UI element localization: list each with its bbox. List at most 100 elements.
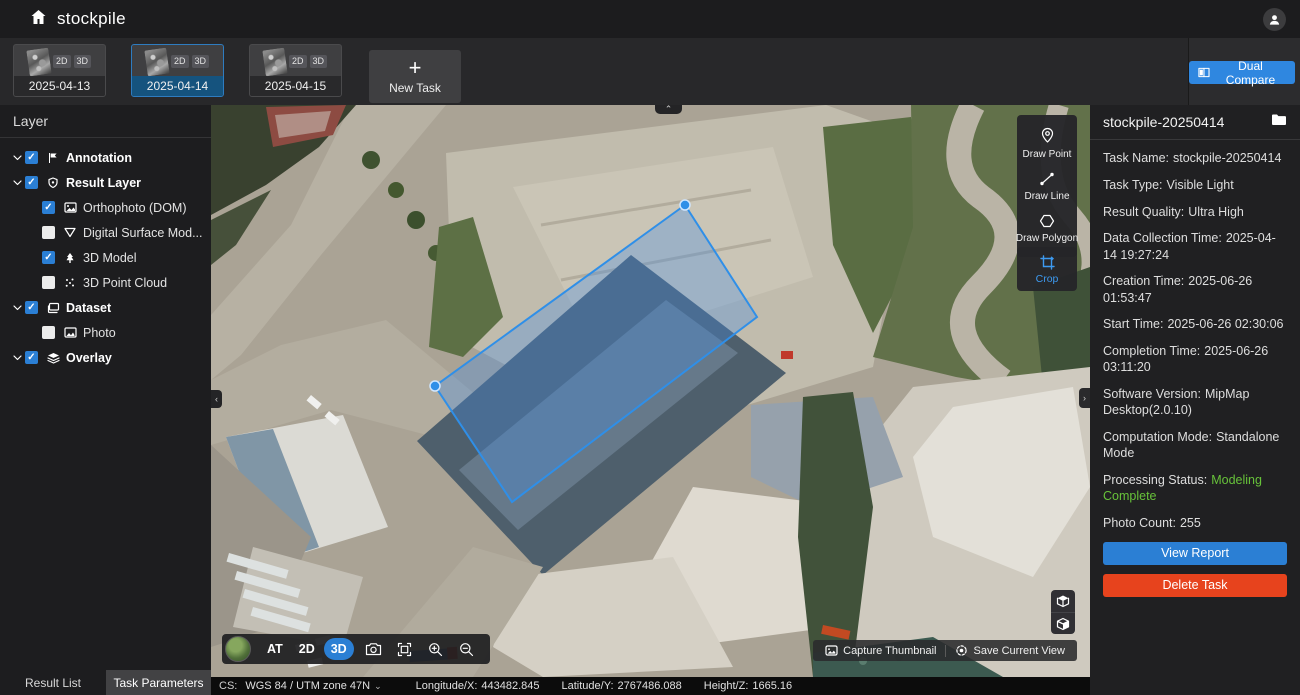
- 2d-view-button[interactable]: 2D: [292, 638, 322, 660]
- badge-3d[interactable]: 3D: [192, 55, 210, 68]
- task-card-2025-04-15[interactable]: 2D 3D 2025-04-15: [249, 44, 342, 97]
- badge-3d[interactable]: 3D: [310, 55, 328, 68]
- layer-row-dataset[interactable]: ✓ Dataset: [0, 295, 211, 320]
- task-strip: 2D 3D 2025-04-13 2D 3D 2025-04-14 2D 3D: [0, 38, 1300, 105]
- layer-row-orthophoto[interactable]: ✓ Orthophoto (DOM): [0, 195, 211, 220]
- badge-3d[interactable]: 3D: [74, 55, 92, 68]
- layer-row-overlay[interactable]: ✓ Overlay: [0, 345, 211, 370]
- checkbox[interactable]: ✓: [42, 201, 55, 214]
- chevron-down-icon[interactable]: [13, 155, 25, 161]
- checkbox[interactable]: ✓: [25, 176, 38, 189]
- chevron-up-icon: ⌃: [665, 105, 673, 114]
- tab-task-parameters[interactable]: Task Parameters: [106, 670, 211, 695]
- save-current-view-label: Save Current View: [973, 645, 1065, 657]
- cube-top-view-button[interactable]: [1051, 590, 1075, 612]
- polygon-vertex-handle[interactable]: [680, 200, 690, 210]
- folder-icon[interactable]: [1271, 113, 1287, 131]
- point-cloud-icon: [63, 277, 77, 289]
- home-icon[interactable]: [30, 9, 47, 30]
- checkbox[interactable]: ✓: [25, 151, 38, 164]
- task-date: 2025-04-14: [132, 76, 223, 96]
- dataset-icon: [46, 302, 60, 314]
- zoom-out-button[interactable]: [456, 638, 478, 660]
- checkbox[interactable]: [42, 276, 55, 289]
- layer-label: Digital Surface Mod...: [83, 226, 203, 240]
- field-start-time: Start Time:2025-06-26 02:30:06: [1103, 316, 1287, 332]
- 3d-view-button[interactable]: 3D: [324, 638, 354, 660]
- layer-row-annotation[interactable]: ✓ Annotation: [0, 145, 211, 170]
- view-mode-group: AT 2D 3D: [260, 638, 354, 660]
- checkbox[interactable]: [42, 226, 55, 239]
- dual-compare-button[interactable]: Dual Compare: [1189, 61, 1295, 84]
- task-thumb-zone: 2D 3D: [250, 45, 341, 76]
- user-avatar[interactable]: [1263, 8, 1286, 31]
- badge-2d[interactable]: 2D: [289, 55, 307, 68]
- badge-2d[interactable]: 2D: [171, 55, 189, 68]
- layer-label: Orthophoto (DOM): [83, 201, 187, 215]
- draw-polygon-tool[interactable]: Draw Polygon: [1017, 209, 1077, 251]
- layer-row-3d-model[interactable]: ✓ 3D Model: [0, 245, 211, 270]
- field-photo-count: Photo Count:255: [1103, 515, 1287, 531]
- task-thumbnail-image: [144, 47, 169, 76]
- view-report-button[interactable]: View Report: [1103, 542, 1287, 565]
- photo-icon: [63, 327, 77, 338]
- layer-row-dsm[interactable]: Digital Surface Mod...: [0, 220, 211, 245]
- layer-row-photo[interactable]: Photo: [0, 320, 211, 345]
- task-panel-header: stockpile-20250414: [1090, 105, 1300, 140]
- plus-icon: +: [409, 58, 422, 78]
- camera-button[interactable]: [363, 638, 385, 660]
- zoom-in-icon: [428, 642, 443, 657]
- task-thumb-zone: 2D 3D: [132, 45, 223, 76]
- collapse-top-panel-button[interactable]: ⌃: [655, 105, 682, 114]
- aerial-imagery: [211, 105, 1090, 677]
- collapse-left-panel-button[interactable]: ‹: [211, 390, 222, 408]
- bottom-tabs: Result List Task Parameters: [0, 670, 211, 695]
- checkbox[interactable]: [42, 326, 55, 339]
- layer-row-3d-point-cloud[interactable]: 3D Point Cloud: [0, 270, 211, 295]
- chevron-down-icon[interactable]: ⌄: [374, 681, 382, 692]
- chevron-down-icon[interactable]: [13, 180, 25, 186]
- aerial-map-viewport[interactable]: ⌃ ‹ › Draw Point Draw Line Draw Pol: [211, 105, 1090, 677]
- draw-point-label: Draw Point: [1023, 149, 1072, 160]
- field-task-type: Task Type:Visible Light: [1103, 177, 1287, 193]
- field-computation-mode: Computation Mode:Standalone Mode: [1103, 429, 1287, 462]
- cube-side-view-button[interactable]: [1051, 612, 1075, 634]
- checkbox[interactable]: ✓: [25, 301, 38, 314]
- task-date: 2025-04-15: [250, 76, 341, 96]
- tab-result-list[interactable]: Result List: [0, 670, 106, 695]
- task-card-2025-04-14[interactable]: 2D 3D 2025-04-14: [131, 44, 224, 97]
- badge-2d[interactable]: 2D: [53, 55, 71, 68]
- collapse-right-panel-button[interactable]: ›: [1079, 388, 1090, 408]
- draw-line-tool[interactable]: Draw Line: [1017, 167, 1077, 209]
- layer-row-result-layer[interactable]: ✓ Result Layer: [0, 170, 211, 195]
- capture-thumbnail-button[interactable]: Capture Thumbnail: [821, 645, 940, 657]
- capture-strip: Capture Thumbnail Save Current View: [813, 640, 1077, 661]
- new-task-button[interactable]: + New Task: [369, 50, 461, 103]
- task-thumbnail-image: [262, 47, 287, 76]
- chevron-down-icon[interactable]: [13, 355, 25, 361]
- checkbox[interactable]: ✓: [25, 351, 38, 364]
- checkbox[interactable]: ✓: [42, 251, 55, 264]
- field-processing-status: Processing Status:Modeling Complete: [1103, 472, 1287, 505]
- latitude-readout: Latitude/Y:2767486.088: [562, 680, 682, 692]
- image-icon: [63, 202, 77, 213]
- polygon-vertex-handle[interactable]: [430, 381, 440, 391]
- crop-tool[interactable]: Crop: [1017, 247, 1077, 291]
- delete-task-button[interactable]: Delete Task: [1103, 574, 1287, 597]
- task-card-2025-04-13[interactable]: 2D 3D 2025-04-13: [13, 44, 106, 97]
- cs-value[interactable]: WGS 84 / UTM zone 47N: [245, 680, 370, 692]
- chevron-left-icon: ‹: [215, 395, 218, 404]
- zoom-in-button[interactable]: [425, 638, 447, 660]
- at-view-button[interactable]: AT: [260, 638, 290, 660]
- save-view-icon: [955, 644, 968, 657]
- view-cube-buttons: [1051, 590, 1075, 634]
- split-view-icon: [1198, 67, 1210, 78]
- line-icon: [1039, 172, 1055, 186]
- field-task-name: Task Name:stockpile-20250414: [1103, 150, 1287, 166]
- mini-map-globe[interactable]: [225, 636, 251, 662]
- crop-icon: [1040, 255, 1055, 270]
- fit-view-button[interactable]: [394, 638, 416, 660]
- save-current-view-button[interactable]: Save Current View: [951, 644, 1069, 657]
- draw-point-tool[interactable]: Draw Point: [1017, 122, 1077, 167]
- chevron-down-icon[interactable]: [13, 305, 25, 311]
